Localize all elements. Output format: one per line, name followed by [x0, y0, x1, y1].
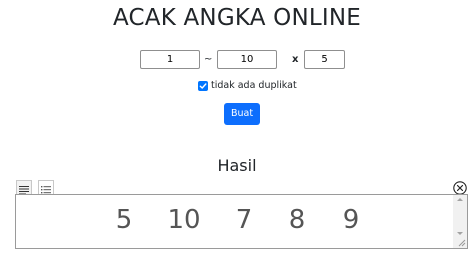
result-number: 5: [115, 205, 133, 235]
no-duplicate-option[interactable]: tidak ada duplikat: [198, 79, 297, 93]
list-view-button[interactable]: [38, 180, 54, 194]
range-from-input[interactable]: [140, 50, 200, 69]
times-label: x: [292, 54, 299, 65]
page-title: ACAK ANGKA ONLINE: [112, 5, 362, 31]
result-number: 9: [342, 205, 360, 235]
clear-result-button[interactable]: [453, 180, 467, 195]
result-heading: Hasil: [217, 156, 257, 175]
result-box[interactable]: 5 10 7 8 9: [15, 194, 468, 249]
result-number: 7: [235, 205, 253, 235]
result-number: 8: [288, 205, 306, 235]
checkmark-icon: [199, 83, 207, 89]
page: ACAK ANGKA ONLINE ~ x tidak ada duplikat…: [0, 0, 474, 253]
no-duplicate-checkbox[interactable]: [198, 81, 208, 91]
range-separator: ~: [204, 54, 213, 65]
range-to-input[interactable]: [217, 50, 277, 69]
result-numbers: 5 10 7 8 9: [16, 195, 453, 248]
close-icon: [453, 181, 467, 195]
result-number: 10: [167, 205, 201, 235]
no-duplicate-label: tidak ada duplikat: [211, 80, 297, 91]
text-view-button[interactable]: [16, 180, 32, 195]
count-input[interactable]: [304, 50, 345, 69]
resize-grip-icon[interactable]: [456, 237, 466, 247]
generate-button[interactable]: Buat: [224, 103, 260, 125]
